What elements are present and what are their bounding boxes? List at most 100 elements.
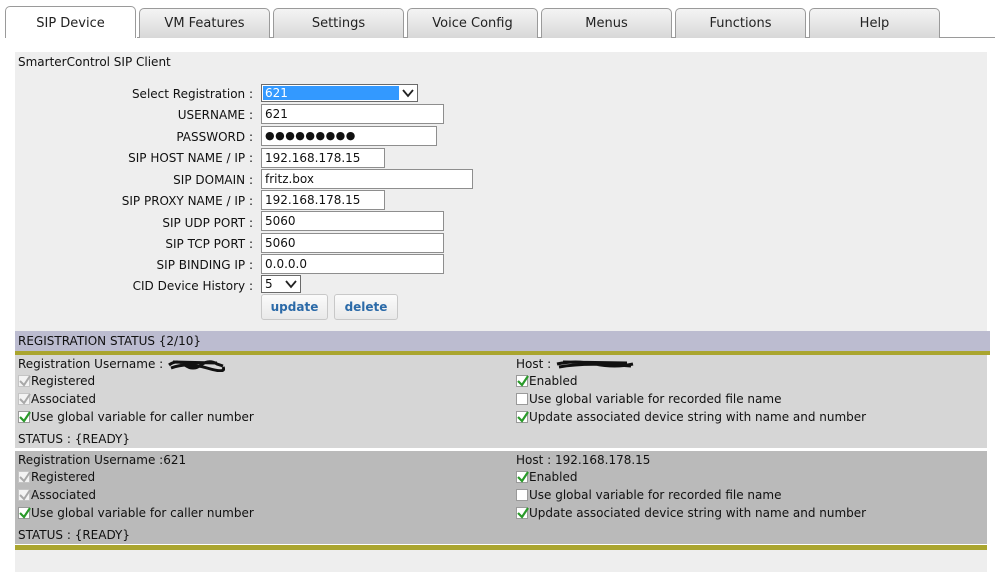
tab-functions[interactable]: Functions xyxy=(675,8,806,38)
check-icon xyxy=(19,411,31,423)
associated-checkbox[interactable] xyxy=(18,489,31,501)
associated-checkbox-row: Associated xyxy=(18,487,96,503)
enabled-checkbox-row: Enabled xyxy=(516,469,578,485)
select-registration-label: Select Registration : xyxy=(131,87,253,101)
tab-menus[interactable]: Menus xyxy=(541,8,672,38)
global-caller-checkbox-row: Use global variable for caller number xyxy=(18,505,254,521)
status-text: STATUS : {READY} xyxy=(18,432,131,446)
global-recorded-checkbox-row: Use global variable for recorded file na… xyxy=(516,391,781,407)
tab-help[interactable]: Help xyxy=(809,8,940,38)
binding-ip-label: SIP BINDING IP : xyxy=(156,258,253,272)
host-value: 192.168.178.15 xyxy=(555,453,651,467)
registered-checkbox[interactable] xyxy=(18,375,31,387)
global-caller-label: Use global variable for caller number xyxy=(31,506,254,520)
associated-label: Associated xyxy=(31,488,97,502)
enabled-label: Enabled xyxy=(529,374,578,388)
panel-title: SmarterControl SIP Client xyxy=(18,55,171,69)
enabled-checkbox[interactable] xyxy=(516,471,529,483)
redaction-scribble xyxy=(556,360,634,368)
registration-block-2: Registration Username :621 Registered As… xyxy=(15,451,987,544)
footer-panel xyxy=(15,550,987,572)
host-label: Host : xyxy=(516,357,552,371)
check-icon xyxy=(517,411,529,423)
status-text: STATUS : {READY} xyxy=(18,528,131,542)
registered-checkbox-row: Registered xyxy=(18,373,95,389)
global-recorded-checkbox[interactable] xyxy=(516,489,528,501)
sip-proxy-field[interactable]: 192.168.178.15 xyxy=(261,190,385,210)
registration-username-label: Registration Username : xyxy=(18,357,164,371)
check-icon xyxy=(19,375,31,387)
tab-bar: SIP Device VM Features Settings Voice Co… xyxy=(0,0,995,38)
update-assoc-checkbox-row: Update associated device string with nam… xyxy=(516,409,866,425)
host-row: Host : 192.168.178.15 xyxy=(516,452,650,468)
sip-host-field[interactable]: 192.168.178.15 xyxy=(261,148,385,168)
registered-checkbox-row: Registered xyxy=(18,469,95,485)
registration-username-value: 621 xyxy=(163,453,187,467)
associated-label: Associated xyxy=(31,392,97,406)
enabled-checkbox-row: Enabled xyxy=(516,373,578,389)
update-assoc-label: Update associated device string with nam… xyxy=(529,410,867,424)
update-assoc-label: Update associated device string with nam… xyxy=(529,506,867,520)
check-icon xyxy=(19,507,31,519)
registration-username-label: Registration Username : xyxy=(18,453,164,467)
tab-voice-config[interactable]: Voice Config xyxy=(407,8,538,38)
sip-host-label: SIP HOST NAME / IP : xyxy=(128,151,253,165)
cid-history-dropdown[interactable]: 5 xyxy=(261,275,301,293)
binding-ip-field[interactable]: 0.0.0.0 xyxy=(261,254,444,274)
update-button[interactable]: update xyxy=(261,294,328,320)
tcp-port-label: SIP TCP PORT : xyxy=(165,237,253,251)
global-caller-checkbox[interactable] xyxy=(18,411,31,423)
check-icon xyxy=(19,471,31,483)
host-label: Host : xyxy=(516,453,552,467)
host-row: Host : xyxy=(516,356,635,372)
registered-checkbox[interactable] xyxy=(18,471,31,483)
registered-label: Registered xyxy=(31,374,96,388)
cid-history-label: CID Device History : xyxy=(132,279,253,293)
sip-domain-field[interactable]: fritz.box xyxy=(261,169,473,189)
select-registration-dropdown[interactable]: 621 xyxy=(261,84,418,102)
check-icon xyxy=(19,489,31,501)
sip-client-panel: SmarterControl SIP Client Select Registr… xyxy=(15,52,987,331)
tab-sip-device[interactable]: SIP Device xyxy=(5,6,136,38)
enabled-label: Enabled xyxy=(529,470,578,484)
sip-proxy-label: SIP PROXY NAME / IP : xyxy=(121,194,253,208)
enabled-checkbox[interactable] xyxy=(516,375,529,387)
global-caller-checkbox[interactable] xyxy=(18,507,31,519)
registration-username-row: Registration Username : xyxy=(18,356,226,372)
sip-domain-label: SIP DOMAIN : xyxy=(173,173,253,187)
delete-button[interactable]: delete xyxy=(334,294,398,320)
tcp-port-field[interactable]: 5060 xyxy=(261,233,444,253)
tab-settings[interactable]: Settings xyxy=(273,8,404,38)
global-recorded-label: Use global variable for recorded file na… xyxy=(529,392,782,406)
global-recorded-label: Use global variable for recorded file na… xyxy=(529,488,782,502)
username-field[interactable]: 621 xyxy=(261,104,444,124)
check-icon xyxy=(517,375,529,387)
password-label: PASSWORD : xyxy=(176,130,253,144)
registration-username-row: Registration Username :621 xyxy=(18,452,186,468)
global-recorded-checkbox[interactable] xyxy=(516,393,528,405)
select-registration-value: 621 xyxy=(263,86,399,100)
global-caller-label: Use global variable for caller number xyxy=(31,410,254,424)
udp-port-label: SIP UDP PORT : xyxy=(162,216,253,230)
chevron-down-icon xyxy=(285,280,297,289)
redaction-scribble xyxy=(168,359,226,372)
associated-checkbox[interactable] xyxy=(18,393,31,405)
chevron-down-icon xyxy=(402,89,414,98)
registration-block-1: Registration Username : Registered Assoc… xyxy=(15,355,987,448)
update-assoc-checkbox[interactable] xyxy=(516,507,529,519)
update-assoc-checkbox-row: Update associated device string with nam… xyxy=(516,505,866,521)
udp-port-field[interactable]: 5060 xyxy=(261,211,444,231)
cid-history-value: 5 xyxy=(265,277,273,291)
update-assoc-checkbox[interactable] xyxy=(516,411,529,423)
password-field[interactable]: ●●●●●●●●● xyxy=(261,126,437,146)
username-label: USERNAME : xyxy=(177,108,253,122)
registration-status-header: REGISTRATION STATUS {2/10} xyxy=(15,331,990,355)
check-icon xyxy=(19,393,31,405)
tab-vm-features[interactable]: VM Features xyxy=(139,8,270,38)
registered-label: Registered xyxy=(31,470,96,484)
check-icon xyxy=(517,507,529,519)
global-caller-checkbox-row: Use global variable for caller number xyxy=(18,409,254,425)
check-icon xyxy=(517,471,529,483)
associated-checkbox-row: Associated xyxy=(18,391,96,407)
global-recorded-checkbox-row: Use global variable for recorded file na… xyxy=(516,487,781,503)
